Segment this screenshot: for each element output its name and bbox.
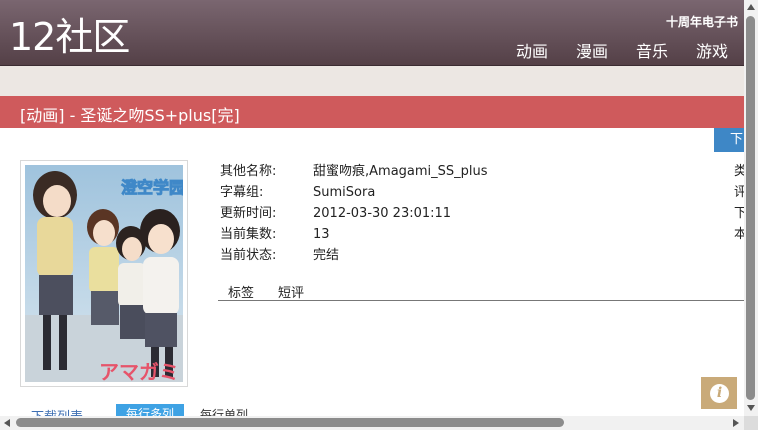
horizontal-scroll-thumb[interactable]	[16, 418, 564, 427]
info-value: 13	[313, 227, 330, 242]
info-label: 字幕组:	[220, 185, 264, 200]
nav-music[interactable]: 音乐	[636, 38, 668, 62]
info-label: 当前集数:	[220, 227, 277, 242]
download-list-link[interactable]: 下载列表	[31, 406, 83, 416]
ebook-link[interactable]: 十周年电子书	[666, 13, 738, 30]
info-icon: i	[710, 384, 729, 403]
nav-anime[interactable]: 动画	[516, 38, 548, 62]
scroll-left-arrow-icon[interactable]	[4, 419, 10, 427]
scroll-up-arrow-icon[interactable]	[747, 4, 755, 10]
title-bar: [动画] - 圣诞之吻SS+plus[完]	[0, 96, 744, 128]
scrollbar-corner	[744, 416, 758, 430]
info-row-status: 当前状态: 完结	[220, 247, 488, 268]
info-value: SumiSora	[313, 185, 376, 200]
info-right-label: 下	[734, 206, 744, 221]
info-right-label: 类	[734, 164, 744, 179]
info-value: 完结	[313, 248, 340, 263]
info-value: 2012-03-30 23:01:11	[313, 206, 452, 221]
nav-manga[interactable]: 漫画	[576, 38, 608, 62]
tab-reviews[interactable]: 短评	[278, 282, 304, 301]
info-label: 当前状态:	[220, 248, 277, 263]
info-table: 其他名称: 甜蜜吻痕,Amagami_SS_plus 字幕组: SumiSora…	[220, 163, 488, 268]
cover-art: 澄空学园 アマガミ	[25, 165, 183, 382]
scroll-down-arrow-icon[interactable]	[747, 405, 755, 411]
info-button[interactable]: i	[701, 377, 737, 409]
vertical-scroll-thumb[interactable]	[746, 16, 755, 400]
site-header: 12社区 十周年电子书 动画 漫画 音乐 游戏	[0, 0, 744, 66]
info-value: 甜蜜吻痕,Amagami_SS_plus	[313, 164, 488, 179]
page-viewport: 12社区 十周年电子书 动画 漫画 音乐 游戏 [动画] - 圣诞之吻SS+pl…	[0, 0, 744, 416]
cover-image[interactable]: 澄空学园 アマガミ	[20, 160, 188, 387]
vertical-scrollbar[interactable]	[744, 0, 758, 416]
info-row-alias: 其他名称: 甜蜜吻痕,Amagami_SS_plus	[220, 163, 488, 184]
page-title: [动画] - 圣诞之吻SS+plus[完]	[20, 106, 240, 125]
download-button[interactable]: 下	[714, 128, 744, 152]
scroll-right-arrow-icon[interactable]	[733, 419, 739, 427]
cover-caption-top: 澄空学园	[121, 178, 183, 197]
info-row-subgroup: 字幕组: SumiSora	[220, 184, 488, 205]
info-row-updated: 更新时间: 2012-03-30 23:01:11	[220, 205, 488, 226]
info-right-label: 评	[734, 185, 744, 200]
tab-tags[interactable]: 标签	[228, 282, 254, 301]
multi-column-toggle[interactable]: 每行多列	[116, 404, 184, 416]
site-logo[interactable]: 12社区	[9, 14, 130, 60]
header-spacer	[0, 66, 744, 96]
download-section-header: 下载列表 每行多列 每行单列	[0, 404, 744, 416]
main-nav: 动画 漫画 音乐 游戏	[516, 38, 728, 62]
info-label: 更新时间:	[220, 206, 277, 221]
info-row-episodes: 当前集数: 13	[220, 226, 488, 247]
cover-caption-bottom: アマガミ	[99, 360, 179, 382]
info-label: 其他名称:	[220, 164, 277, 179]
info-right-label: 本	[734, 227, 744, 242]
detail-tabs: 标签 短评	[218, 282, 744, 301]
nav-games[interactable]: 游戏	[696, 38, 728, 62]
info-right-column: 类 评 下 本	[734, 163, 744, 247]
single-column-toggle[interactable]: 每行单列	[200, 406, 248, 416]
horizontal-scrollbar[interactable]	[0, 416, 744, 430]
